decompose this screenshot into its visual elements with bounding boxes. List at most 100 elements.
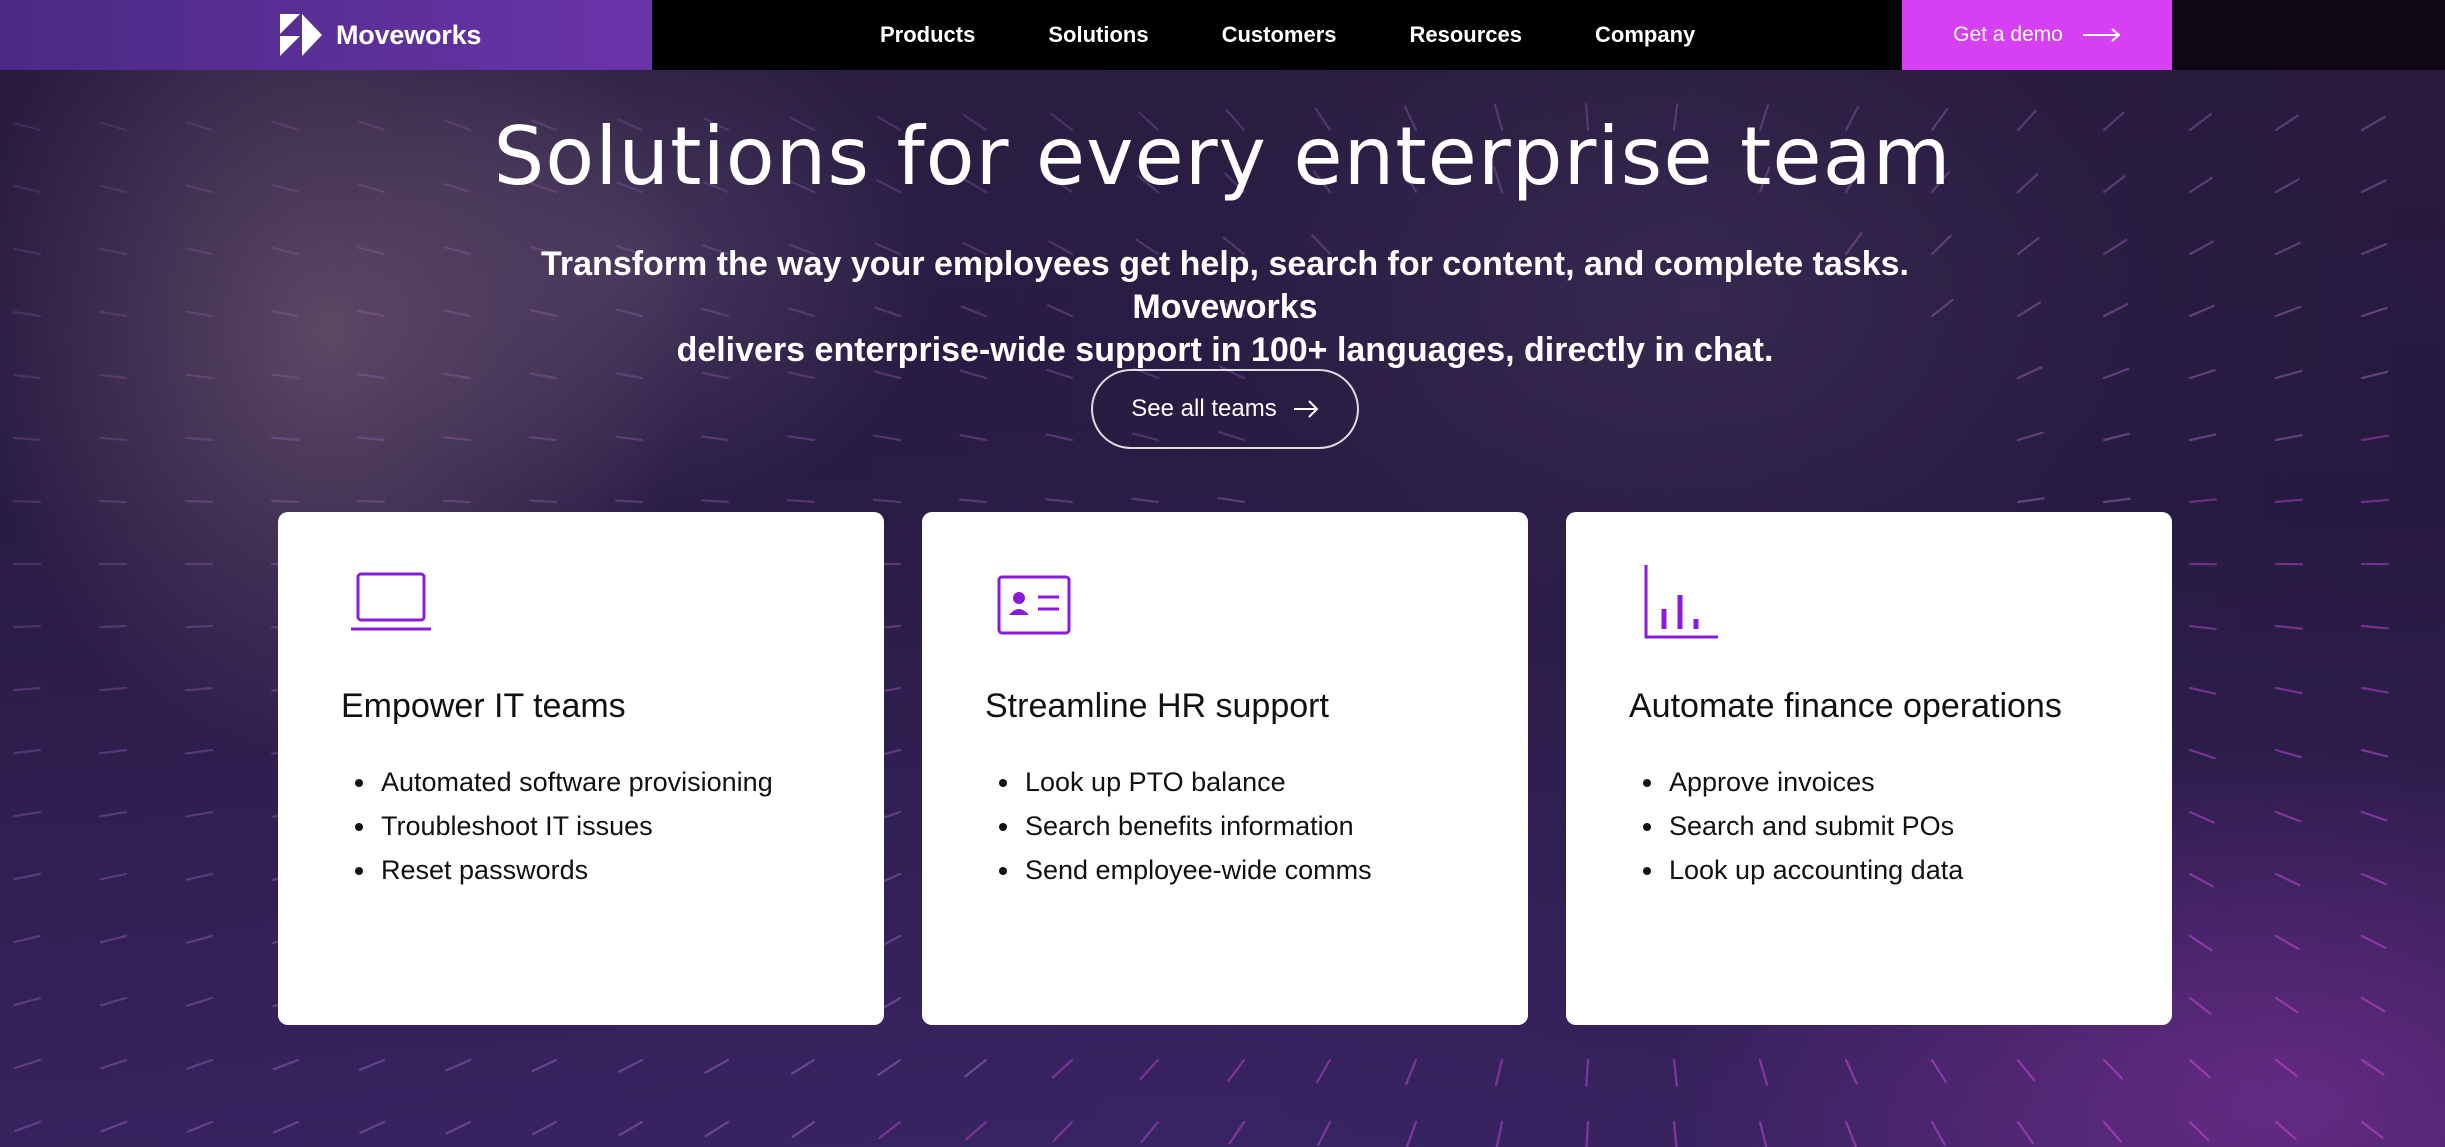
- decorative-dash: [2102, 1120, 2123, 1143]
- decorative-dash: [2016, 1058, 2036, 1082]
- decorative-dash: [1494, 1058, 1504, 1087]
- decorative-dash: [100, 1120, 128, 1133]
- list-item: Send employee-wide comms: [985, 848, 1372, 892]
- decorative-dash: [13, 436, 42, 442]
- decorative-dash: [185, 373, 214, 380]
- decorative-dash: [98, 686, 128, 692]
- decorative-dash: [1672, 1058, 1678, 1087]
- solution-card-it[interactable]: Empower IT teams Automated software prov…: [278, 512, 884, 1025]
- logo[interactable]: Moveworks: [278, 10, 481, 60]
- decorative-dash: [2360, 498, 2389, 504]
- decorative-dash: [1585, 1120, 1590, 1147]
- decorative-dash: [1758, 1120, 1768, 1147]
- decorative-dash: [2274, 369, 2303, 380]
- decorative-dash: [357, 436, 386, 442]
- decorative-dash: [185, 686, 214, 692]
- decorative-dash: [270, 499, 300, 504]
- decorative-dash: [2188, 498, 2217, 504]
- get-a-demo-button[interactable]: Get a demo: [1902, 0, 2172, 70]
- decorative-dash: [958, 498, 988, 504]
- decorative-dash: [2188, 240, 2214, 256]
- decorative-dash: [273, 1120, 300, 1134]
- decorative-dash: [1316, 1120, 1332, 1147]
- decorative-dash: [531, 1058, 558, 1073]
- nav-solutions[interactable]: Solutions: [1048, 22, 1148, 48]
- decorative-dash: [1585, 1058, 1590, 1088]
- decorative-dash: [2188, 686, 2217, 695]
- nav-customers[interactable]: Customers: [1222, 22, 1337, 48]
- decorative-dash: [186, 996, 214, 1007]
- decorative-dash: [704, 1058, 730, 1074]
- decorative-dash: [787, 371, 816, 380]
- decorative-dash: [445, 1120, 472, 1135]
- decorative-dash: [790, 1058, 816, 1075]
- decorative-dash: [99, 247, 128, 256]
- decorative-dash: [99, 748, 128, 755]
- decorative-dash: [531, 1120, 558, 1136]
- decorative-dash: [442, 499, 472, 504]
- decorative-dash: [357, 246, 386, 256]
- card-feature-list: Automated software provisioning Troubles…: [341, 760, 773, 892]
- solution-card-hr[interactable]: Streamline HR support Look up PTO balanc…: [922, 512, 1528, 1025]
- decorative-dash: [272, 1058, 300, 1071]
- list-item: Automated software provisioning: [341, 760, 773, 804]
- list-item: Reset passwords: [341, 848, 773, 892]
- decorative-dash: [185, 247, 214, 256]
- laptop-icon: [351, 572, 431, 631]
- decorative-dash: [186, 1058, 214, 1070]
- bar-chart-icon: [1644, 565, 1718, 639]
- decorative-dash: [359, 1120, 386, 1134]
- get-a-demo-label: Get a demo: [1953, 23, 2063, 46]
- decorative-dash: [1315, 1058, 1332, 1084]
- decorative-dash: [2102, 303, 2129, 318]
- decorative-dash: [2360, 748, 2389, 758]
- decorative-dash: [1052, 1120, 1074, 1142]
- decorative-dash: [2274, 996, 2299, 1014]
- decorative-dash: [14, 1058, 42, 1069]
- decorative-dash: [14, 1120, 42, 1132]
- decorative-dash: [1405, 1120, 1418, 1147]
- decorative-dash: [2016, 237, 2040, 256]
- decorative-dash: [2360, 810, 2388, 822]
- decorative-dash: [13, 373, 42, 380]
- decorative-dash: [271, 436, 300, 442]
- decorative-dash: [786, 499, 816, 504]
- decorative-dash: [2360, 996, 2386, 1013]
- nav-products[interactable]: Products: [880, 22, 975, 48]
- decorative-dash: [1227, 1058, 1246, 1082]
- arrow-right-icon: [2082, 28, 2121, 42]
- decorative-dash: [2274, 434, 2303, 442]
- decorative-dash: [99, 810, 128, 818]
- decorative-dash: [2274, 686, 2303, 695]
- list-item: Look up accounting data: [1629, 848, 1963, 892]
- decorative-dash: [2274, 498, 2303, 504]
- card-feature-list: Look up PTO balance Search benefits info…: [985, 760, 1372, 892]
- decorative-dash: [529, 436, 558, 442]
- nav-resources[interactable]: Resources: [1410, 22, 1523, 48]
- decorative-dash: [2188, 810, 2215, 824]
- decorative-dash: [2360, 1120, 2384, 1139]
- decorative-dash: [271, 310, 300, 318]
- decorative-dash: [2360, 934, 2387, 949]
- decorative-dash: [13, 310, 42, 318]
- decorative-dash: [1051, 1058, 1074, 1079]
- solution-card-finance[interactable]: Automate finance operations Approve invo…: [1566, 512, 2172, 1025]
- decorative-dash: [1930, 1120, 1946, 1146]
- decorative-dash: [2360, 306, 2388, 318]
- decorative-dash: [1140, 1120, 1160, 1144]
- nav-right-filler: [2172, 0, 2445, 70]
- nav-company[interactable]: Company: [1595, 22, 1695, 48]
- decorative-dash: [1844, 1058, 1858, 1085]
- decorative-dash: [99, 310, 128, 318]
- decorative-dash: [184, 499, 214, 504]
- decorative-dash: [13, 748, 42, 755]
- see-all-teams-label: See all teams: [1131, 395, 1277, 422]
- decorative-dash: [2360, 686, 2389, 694]
- card-title: Empower IT teams: [341, 687, 626, 725]
- decorative-dash: [185, 748, 214, 755]
- decorative-dash: [443, 436, 472, 442]
- decorative-dash: [2102, 497, 2131, 504]
- decorative-dash: [98, 624, 128, 629]
- see-all-teams-button[interactable]: See all teams: [1091, 369, 1359, 449]
- decorative-dash: [2360, 624, 2389, 630]
